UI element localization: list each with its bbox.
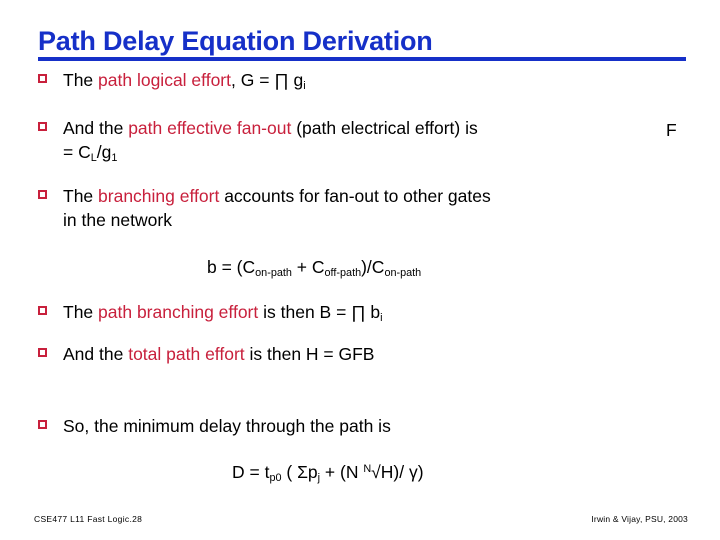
list-item: The path branching effort is then B = ∏ …: [38, 300, 678, 327]
bullet-prefix: The: [63, 70, 98, 90]
bullet-text: The path logical effort, G = ∏ gi: [63, 68, 678, 95]
eq-sub-2: j: [318, 472, 320, 484]
bullet-line2-sub1: L: [91, 152, 97, 164]
radical-sign-icon: √: [371, 462, 381, 482]
bullet-square-icon: [38, 306, 47, 315]
bullet-suffix: is then H = GFB: [245, 344, 375, 364]
eq-part-3: )/C: [361, 257, 384, 277]
bullet-suffix: , G = ∏ g: [231, 70, 303, 90]
eq-sub-2: off-path: [325, 267, 362, 279]
bullet-highlight: total path effort: [128, 344, 244, 364]
bullet-text: The branching effort accounts for fan-ou…: [63, 184, 678, 232]
bullet-highlight: path logical effort: [98, 70, 231, 90]
bullet-prefix: The: [63, 302, 98, 322]
bullet-prefix: And the: [63, 344, 128, 364]
bullet-text: And the total path effort is then H = GF…: [63, 342, 678, 366]
bullet-suffix: is then B = ∏ b: [258, 302, 380, 322]
list-item: So, the minimum delay through the path i…: [38, 414, 678, 438]
title-underline-rule: [38, 57, 686, 61]
radical-index: N: [363, 463, 371, 475]
list-item: The path logical effort, G = ∏ gi: [38, 68, 678, 95]
bullet-square-icon: [38, 348, 47, 357]
bullet-highlight: branching effort: [98, 186, 219, 206]
bullet-square-icon: [38, 190, 47, 199]
eq-part-2: ( Σp: [282, 462, 318, 482]
eq-part-4: )/ γ): [393, 462, 423, 482]
eq-sub-1: on-path: [255, 267, 292, 279]
eq-part-1: D = t: [232, 462, 269, 482]
bullet-line2-sub2: 1: [111, 152, 117, 164]
bullet-prefix: So, the minimum delay through the path i…: [63, 416, 391, 436]
equation-minimum-delay: D = tp0 ( Σpj + (N N√H)/ γ): [232, 461, 424, 486]
bullet-text: So, the minimum delay through the path i…: [63, 414, 678, 438]
footer-right-label: Irwin & Vijay, PSU, 2003: [591, 514, 688, 524]
eq-part-1: b = (C: [207, 257, 255, 277]
radicand: H: [381, 462, 394, 482]
eq-part-3: + (N: [320, 462, 363, 482]
bullet-suffix-subscript: i: [303, 80, 305, 92]
bullet-text: And the path effective fan-out (path ele…: [63, 116, 678, 167]
eq-sub-3: on-path: [384, 267, 421, 279]
bullet-line2: in the network: [63, 210, 172, 230]
eq-part-2: + C: [292, 257, 325, 277]
bullet-prefix: And the: [63, 118, 128, 138]
footer-left-label: CSE477 L11 Fast Logic.28: [34, 514, 142, 524]
bullet-square-icon: [38, 122, 47, 131]
bullet-suffix-subscript: i: [380, 312, 382, 324]
list-item: And the path effective fan-out (path ele…: [38, 116, 678, 167]
bullet-square-icon: [38, 420, 47, 429]
trailing-variable-F: F: [666, 118, 677, 142]
bullet-text: The path branching effort is then B = ∏ …: [63, 300, 678, 327]
bullet-highlight: path branching effort: [98, 302, 258, 322]
bullet-square-icon: [38, 74, 47, 83]
bullet-prefix: The: [63, 186, 98, 206]
page-title-block: Path Delay Equation Derivation: [38, 26, 686, 56]
bullet-suffix: (path electrical effort) is: [291, 118, 477, 138]
list-item: The branching effort accounts for fan-ou…: [38, 184, 678, 232]
equation-branching-effort: b = (Con-path + Coff-path)/Con-path: [207, 256, 421, 281]
slide-canvas: Path Delay Equation Derivation The path …: [0, 0, 720, 540]
bullet-line2-mid: /g: [97, 142, 112, 162]
bullet-line2-prefix: = C: [63, 142, 91, 162]
page-title: Path Delay Equation Derivation: [38, 26, 686, 56]
bullet-highlight: path effective fan-out: [128, 118, 291, 138]
bullet-suffix: accounts for fan-out to other gates: [219, 186, 490, 206]
eq-sub-1: p0: [269, 472, 281, 484]
list-item: And the total path effort is then H = GF…: [38, 342, 678, 366]
